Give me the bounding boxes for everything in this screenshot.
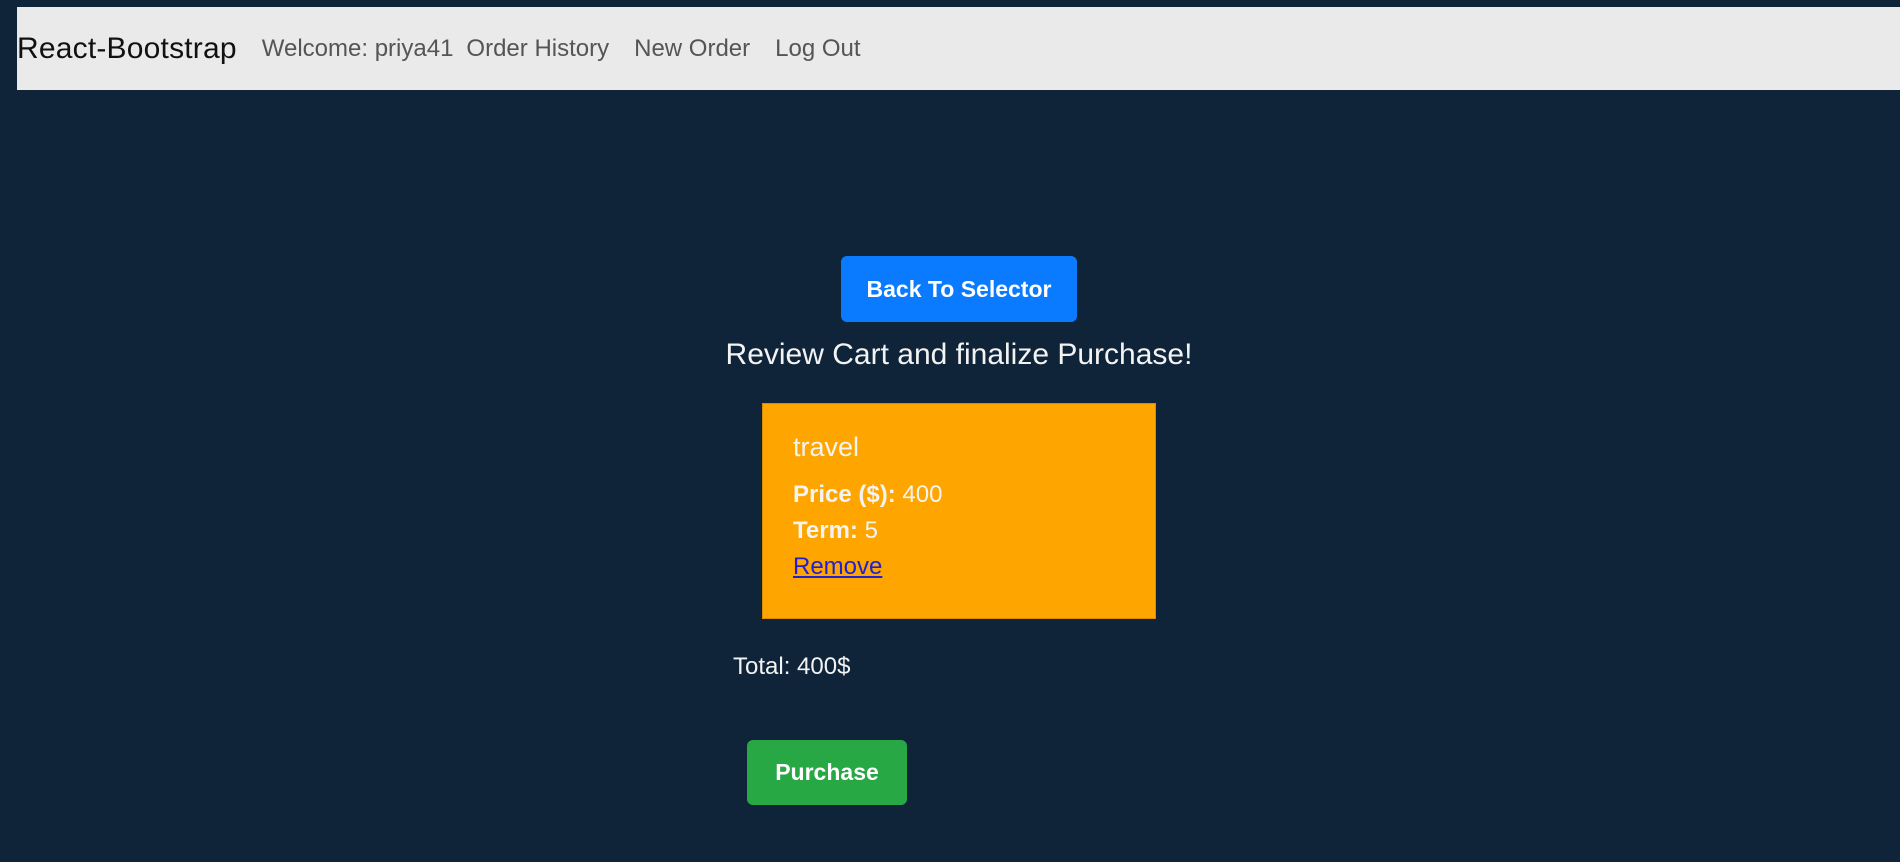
navbar: React-Bootstrap Welcome: priya41 Order H… xyxy=(17,7,1900,90)
purchase-button[interactable]: Purchase xyxy=(747,740,907,805)
remove-link[interactable]: Remove xyxy=(793,553,882,580)
term-value: 5 xyxy=(857,517,878,544)
price-value: 400 xyxy=(895,481,943,508)
page-title: Review Cart and finalize Purchase! xyxy=(725,338,1193,371)
cart-item-card: travel Price ($): 400 Term: 5 Remove xyxy=(762,403,1156,619)
nav-link-order-history[interactable]: Order History xyxy=(466,35,609,63)
back-to-selector-button[interactable]: Back To Selector xyxy=(841,256,1077,322)
cart-total: Total: 400$ xyxy=(733,653,851,680)
navbar-brand[interactable]: React-Bootstrap xyxy=(17,32,237,66)
nav-link-new-order[interactable]: New Order xyxy=(634,35,750,63)
cart-item-price: Price ($): 400 xyxy=(793,481,1125,509)
cart-item-term: Term: 5 xyxy=(793,517,1125,545)
page: React-Bootstrap Welcome: priya41 Order H… xyxy=(0,0,1900,862)
welcome-text: Welcome: priya41 xyxy=(261,34,454,62)
term-label: Term: xyxy=(793,517,858,544)
nav-link-log-out[interactable]: Log Out xyxy=(775,35,860,63)
price-label: Price ($): xyxy=(793,481,896,508)
cart-item-title: travel xyxy=(793,432,860,462)
